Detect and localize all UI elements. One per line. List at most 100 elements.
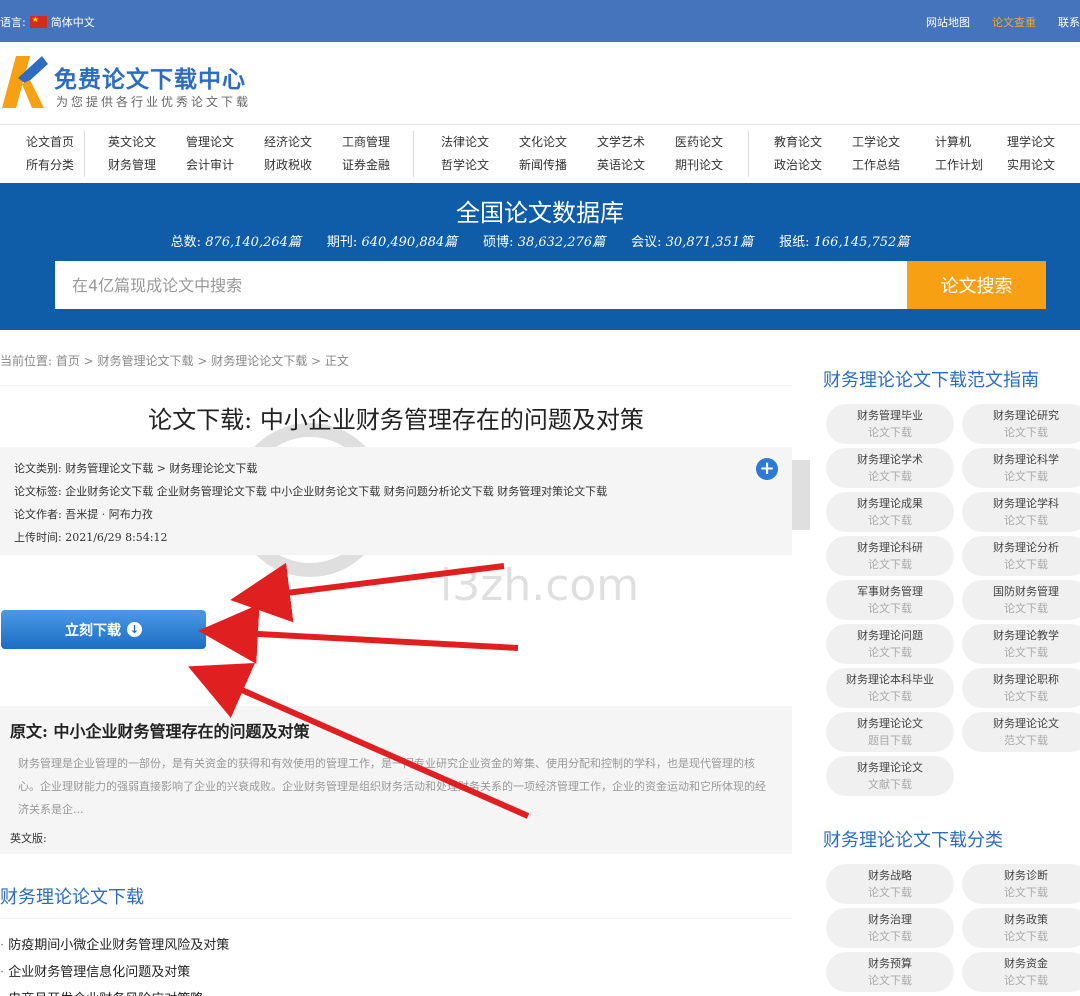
sidebar-tag-title: 财务预算 <box>868 957 912 970</box>
article-info: 论文类别: 财务管理论文下载 > 财务理论论文下载 论文标签: 企业财务论文下载… <box>0 447 792 555</box>
category-link[interactable]: 英语论文 <box>597 156 645 173</box>
category-link[interactable]: 政治论文 <box>774 156 822 173</box>
category-link[interactable]: 会计审计 <box>186 156 234 173</box>
sidebar-guide-title: 财务理论论文下载范文指南 <box>823 370 1039 391</box>
sidebar-tag[interactable]: 国防财务管理 论文下载 <box>962 580 1080 620</box>
article-tags[interactable]: 论文标签: 企业财务论文下载 企业财务管理论文下载 中小企业财务论文下载 财务问… <box>14 483 607 499</box>
search-box <box>55 261 907 309</box>
sidebar-tag[interactable]: 财务理论分析 论文下载 <box>962 536 1080 576</box>
category-link[interactable]: 工商管理 <box>342 133 390 150</box>
divider <box>0 918 792 919</box>
sidebar-tag[interactable]: 财务理论论文 文献下载 <box>826 756 954 796</box>
category-link[interactable]: 文化论文 <box>519 133 567 150</box>
category-link[interactable]: 哲学论文 <box>441 156 489 173</box>
article-author: 论文作者: 吾米提 · 阿布力孜 <box>14 508 153 521</box>
category-link[interactable]: 医药论文 <box>675 133 723 150</box>
related-item[interactable]: 防疫期间小微企业财务管理风险及对策 <box>0 934 229 953</box>
sidebar-tag-title: 财务战略 <box>868 869 912 882</box>
sidebar-tag[interactable]: 财务理论论文 范文下载 <box>962 712 1080 752</box>
sidebar-tag[interactable]: 财务理论教学 论文下载 <box>962 624 1080 664</box>
category-link[interactable]: 论文首页 <box>26 133 74 150</box>
language-value: 简体中文 <box>50 16 95 29</box>
sidebar-tag[interactable]: 财务政策 论文下载 <box>962 908 1080 948</box>
category-link[interactable]: 工作总结 <box>852 156 900 173</box>
sidebar-tag[interactable]: 财务理论职称 论文下载 <box>962 668 1080 708</box>
sidebar-tag[interactable]: 财务理论研究 论文下载 <box>962 404 1080 444</box>
sidebar-tag[interactable]: 军事财务管理 论文下载 <box>826 580 954 620</box>
breadcrumb[interactable]: 当前位置: 首页 > 财务管理论文下载 > 财务理论论文下载 > 正文 <box>0 352 349 369</box>
original-title: 原文: 中小企业财务管理存在的问题及对策 <box>10 722 310 741</box>
category-link[interactable]: 计算机 <box>935 133 971 150</box>
sidebar-tag[interactable]: 财务理论科学 论文下载 <box>962 448 1080 488</box>
sidebar-tag[interactable]: 财务治理 论文下载 <box>826 908 954 948</box>
sidebar-tag-sub: 论文下载 <box>1004 426 1048 439</box>
add-favorite-icon[interactable]: + <box>756 458 778 480</box>
english-version-label: 英文版: <box>10 832 47 845</box>
sidebar-tag[interactable]: 财务诊断 论文下载 <box>962 864 1080 904</box>
sitemap-link[interactable]: 网站地图 <box>926 14 970 30</box>
category-link[interactable]: 法律论文 <box>441 133 489 150</box>
category-link[interactable]: 证券金融 <box>342 156 390 173</box>
sidebar-class-title: 财务理论论文下载分类 <box>823 830 1003 851</box>
database-title: 全国论文数据库 <box>456 199 624 227</box>
search-button[interactable]: 论文搜索 <box>907 261 1046 309</box>
category-link[interactable]: 工作计划 <box>935 156 983 173</box>
language-label: 语言: <box>0 16 26 29</box>
sidebar-tag[interactable]: 财务理论科研 论文下载 <box>826 536 954 576</box>
sidebar-tag[interactable]: 财务理论学术 论文下载 <box>826 448 954 488</box>
category-link[interactable]: 期刊论文 <box>675 156 723 173</box>
article-upload-time: 上传时间: 2021/6/29 8:54:12 <box>14 531 168 544</box>
sidebar-tag-title: 财务管理毕业 <box>857 409 923 422</box>
sidebar-tag-sub: 论文下载 <box>868 930 912 943</box>
annotation-arrow <box>230 562 505 623</box>
sidebar-tag[interactable]: 财务理论成果 论文下载 <box>826 492 954 532</box>
sidebar-tag-title: 财务理论论文 <box>857 717 923 730</box>
sidebar-tag-sub: 范文下载 <box>1004 734 1048 747</box>
sidebar-tag-title: 财务理论教学 <box>993 629 1059 642</box>
language-selector[interactable]: 语言: 简体中文 <box>0 14 95 30</box>
sidebar-tag-sub: 论文下载 <box>1004 558 1048 571</box>
sidebar-tag[interactable]: 财务理论本科毕业 论文下载 <box>826 668 954 708</box>
stat-newspapers: 报纸: 166,145,752篇 <box>779 235 910 250</box>
category-link[interactable]: 教育论文 <box>774 133 822 150</box>
category-link[interactable]: 新闻传播 <box>519 156 567 173</box>
divider <box>0 385 792 386</box>
download-button[interactable]: 立刻下载 ↓ <box>1 610 206 649</box>
category-link[interactable]: 工学论文 <box>852 133 900 150</box>
sidebar-tag-title: 军事财务管理 <box>857 585 923 598</box>
article-category[interactable]: 论文类别: 财务管理论文下载 > 财务理论论文下载 <box>14 460 257 476</box>
plagiarism-check-link[interactable]: 论文查重 <box>992 14 1036 30</box>
sidebar-tag[interactable]: 财务战略 论文下载 <box>826 864 954 904</box>
site-logo[interactable]: 免费论文下载中心 为您提供各行业优秀论文下载 <box>0 52 260 112</box>
sidebar-tag-sub: 论文下载 <box>868 690 912 703</box>
sidebar-tag-sub: 论文下载 <box>868 514 912 527</box>
original-text-box: 原文: 中小企业财务管理存在的问题及对策 财务管理是企业管理的一部份，是有关资金… <box>0 706 792 854</box>
category-link[interactable]: 财务管理 <box>108 156 156 173</box>
sidebar-tag-title: 财务理论成果 <box>857 497 923 510</box>
category-link[interactable]: 所有分类 <box>26 156 74 173</box>
category-link[interactable]: 文学艺术 <box>597 133 645 150</box>
contact-link[interactable]: 联系 <box>1058 14 1080 30</box>
sidebar-tag-sub: 论文下载 <box>1004 646 1048 659</box>
category-link[interactable]: 理学论文 <box>1007 133 1055 150</box>
related-item[interactable]: 电商月开发企业财务风险应对策略 <box>0 988 203 996</box>
search-input[interactable] <box>55 261 907 309</box>
original-body: 财务管理是企业管理的一部份，是有关资金的获得和有效使用的管理工作，是一门专业研究… <box>18 757 766 816</box>
sidebar-tag[interactable]: 财务资金 论文下载 <box>962 952 1080 992</box>
sidebar-tag[interactable]: 财务管理毕业 论文下载 <box>826 404 954 444</box>
related-section-title[interactable]: 财务理论论文下载 <box>0 883 144 909</box>
category-link[interactable]: 经济论文 <box>264 133 312 150</box>
category-link[interactable]: 管理论文 <box>186 133 234 150</box>
sidebar-tag[interactable]: 财务预算 论文下载 <box>826 952 954 992</box>
sidebar-tag[interactable]: 财务理论学科 论文下载 <box>962 492 1080 532</box>
category-link[interactable]: 实用论文 <box>1007 156 1055 173</box>
stat-journals: 期刊: 640,490,884篇 <box>326 235 458 250</box>
sidebar-tag-title: 财务资金 <box>1004 957 1048 970</box>
watermark-text: i3zh.com <box>440 560 639 611</box>
related-item[interactable]: 企业财务管理信息化问题及对策 <box>0 961 190 980</box>
category-link[interactable]: 英文论文 <box>108 133 156 150</box>
category-link[interactable]: 财政税收 <box>264 156 312 173</box>
sidebar-tag[interactable]: 财务理论论文 题目下载 <box>826 712 954 752</box>
sidebar-tag[interactable]: 财务理论问题 论文下载 <box>826 624 954 664</box>
sidebar-tag-sub: 论文下载 <box>1004 602 1048 615</box>
